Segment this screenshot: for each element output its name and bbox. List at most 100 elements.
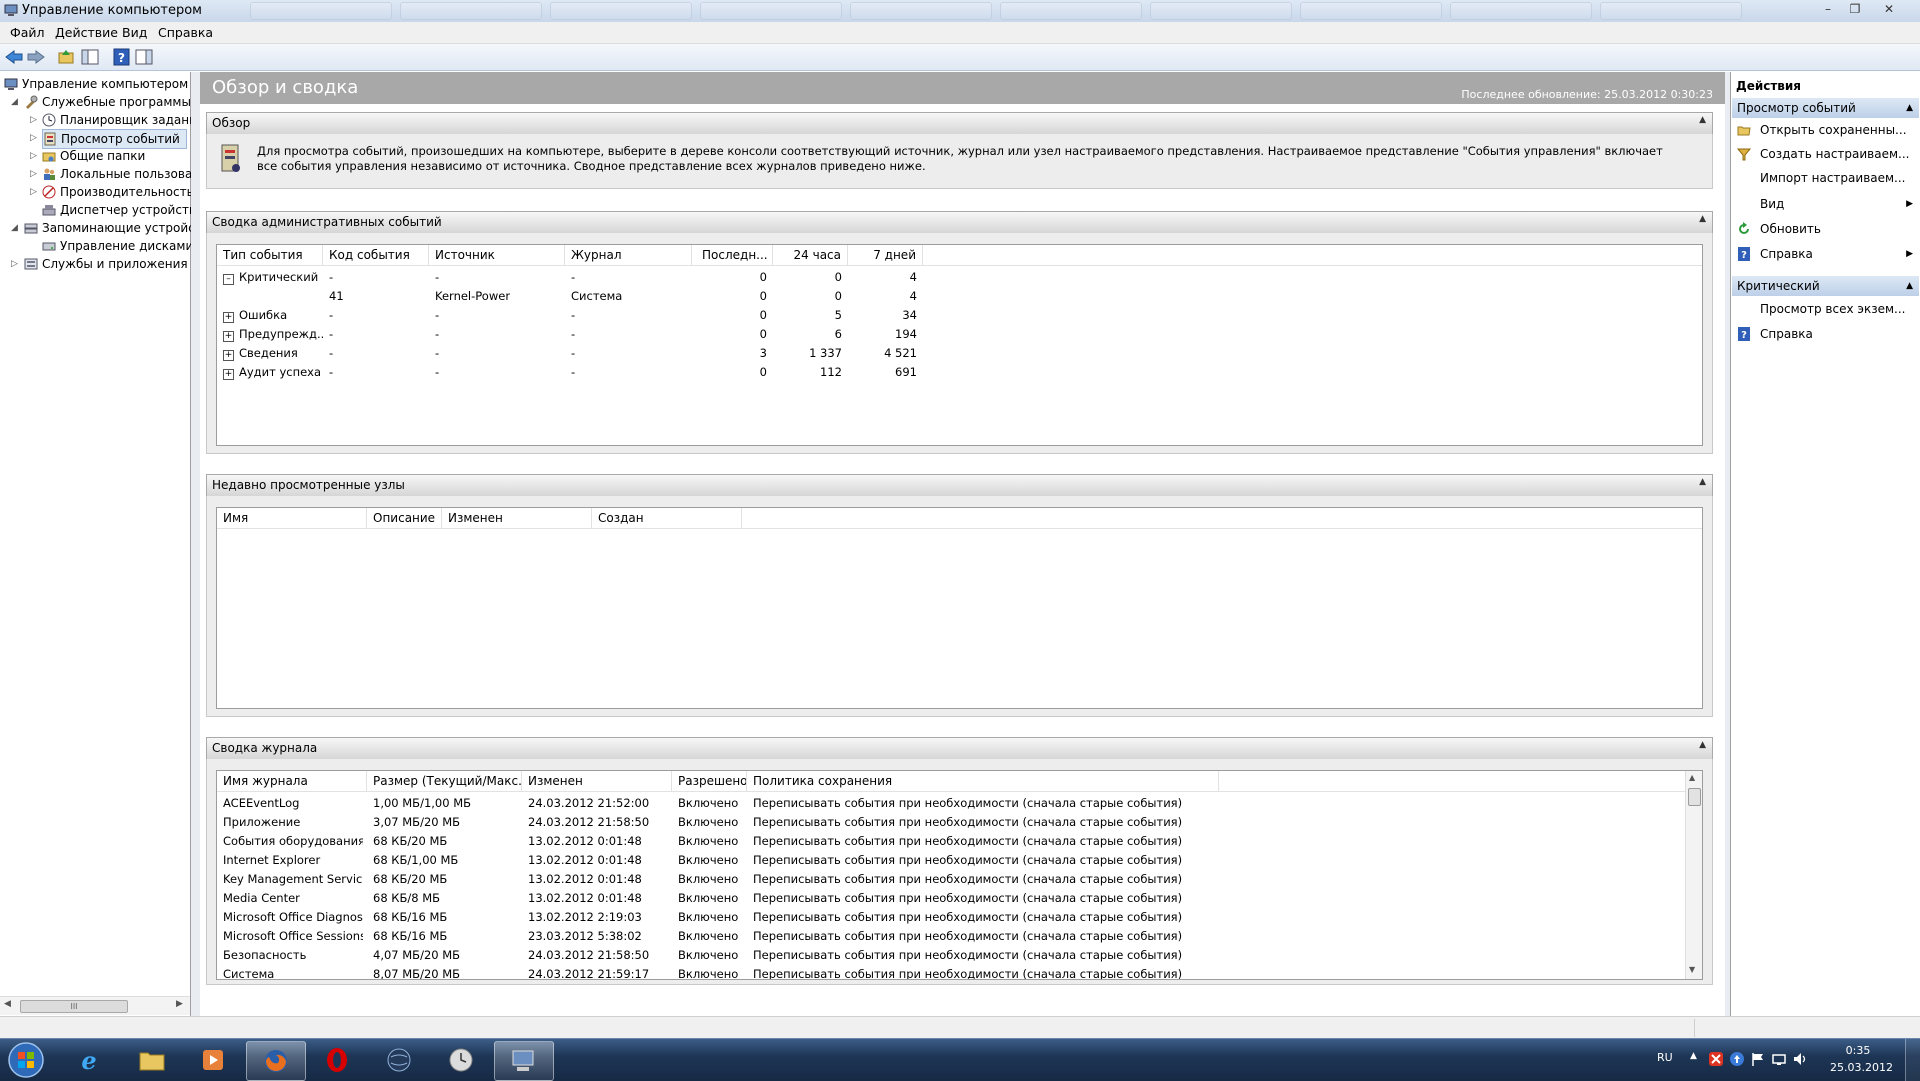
column-header[interactable]: Изменен (442, 508, 592, 528)
column-header[interactable]: Имя журнала (217, 771, 367, 791)
action-help[interactable]: ? Справка ▶ (1731, 244, 1920, 264)
tree-item-local-users[interactable]: Локальные пользовате (42, 165, 207, 183)
taskbar-computer-management[interactable] (494, 1041, 554, 1081)
tree-root[interactable]: Управление компьютером (л (4, 75, 204, 93)
show-hidden-icons-arrow[interactable]: ▲ (1690, 1051, 1697, 1061)
taskbar-clock-app[interactable] (432, 1041, 490, 1079)
tree-item-task-scheduler[interactable]: Планировщик заданий (42, 111, 205, 129)
collapse-icon[interactable]: ▲ (1699, 477, 1706, 487)
action-refresh[interactable]: Обновить (1731, 219, 1920, 239)
expand-arrow-icon[interactable]: ▷ (30, 147, 37, 165)
column-header[interactable]: Код события (323, 245, 429, 265)
scroll-left-arrow-icon[interactable]: ◀ (4, 999, 11, 1009)
tree-item-services-apps[interactable]: Службы и приложения (24, 255, 188, 273)
collapse-node-icon[interactable]: – (223, 274, 234, 285)
show-hide-console-tree-icon[interactable] (80, 48, 100, 66)
tray-time[interactable]: 0:35 (1830, 1044, 1886, 1057)
minimize-button[interactable]: – (1815, 0, 1841, 18)
column-header[interactable]: Тип события (217, 245, 323, 265)
action-view-all-instances[interactable]: Просмотр всех экзем... (1731, 299, 1920, 319)
table-row[interactable]: Key Management Service 68 КБ/20 МБ 13.02… (217, 870, 1417, 889)
taskbar-firefox[interactable] (246, 1041, 306, 1081)
table-row[interactable]: + Аудит успеха - - - 0 112 691 (217, 363, 937, 382)
action-help-critical[interactable]: ? Справка (1731, 324, 1920, 344)
column-header[interactable]: Имя (217, 508, 367, 528)
table-row[interactable]: Безопасность 4,07 МБ/20 МБ 24.03.2012 21… (217, 946, 1417, 965)
collapse-icon[interactable]: ▲ (1699, 740, 1706, 750)
expand-arrow-icon[interactable]: ▷ (30, 183, 37, 201)
column-header[interactable]: Размер (Текущий/Макс.) (367, 771, 522, 791)
table-row[interactable]: – Критический - - - 0 0 4 (217, 268, 937, 287)
network-tray-icon[interactable] (1771, 1051, 1787, 1067)
collapse-arrow-icon[interactable]: ◢ (11, 93, 18, 111)
table-row[interactable]: Microsoft Office Sessions 68 КБ/16 МБ 23… (217, 927, 1417, 946)
table-row[interactable]: Microsoft Office Diagnos... 68 КБ/16 МБ … (217, 908, 1417, 927)
tree-item-storage[interactable]: Запоминающие устройст (24, 219, 202, 237)
forward-arrow-icon[interactable] (26, 48, 46, 66)
start-button-icon[interactable] (6, 1041, 46, 1079)
admin-summary-section-header[interactable]: Сводка административных событий ▲ (206, 211, 1713, 234)
expand-arrow-icon[interactable]: ▷ (30, 111, 37, 129)
show-hide-action-pane-icon[interactable] (134, 48, 154, 66)
tree-item-event-viewer[interactable]: Просмотр событий (42, 129, 187, 149)
table-row[interactable]: 41 Kernel-Power Система 0 0 4 (217, 287, 937, 306)
table-row[interactable]: Internet Explorer 68 КБ/1,00 МБ 13.02.20… (217, 851, 1417, 870)
table-row[interactable]: Приложение 3,07 МБ/20 МБ 24.03.2012 21:5… (217, 813, 1417, 832)
log-summary-section-header[interactable]: Сводка журнала ▲ (206, 737, 1713, 760)
volume-tray-icon[interactable] (1792, 1051, 1808, 1067)
tree-item-performance[interactable]: Производительность (42, 183, 194, 201)
action-create-custom-view[interactable]: Создать настраиваем... (1731, 144, 1920, 164)
column-header[interactable]: Журнал (565, 245, 692, 265)
column-header[interactable]: Разрешено (672, 771, 747, 791)
taskbar-ie[interactable]: e (60, 1041, 118, 1079)
expand-node-icon[interactable]: + (223, 331, 234, 342)
up-folder-icon[interactable] (56, 48, 76, 66)
table-row[interactable]: + Сведения - - - 3 1 337 4 521 (217, 344, 937, 363)
tree-scroll-thumb[interactable]: III (20, 1000, 128, 1013)
back-arrow-icon[interactable] (4, 48, 24, 66)
overview-section-header[interactable]: Обзор ▲ (206, 112, 1713, 135)
taskbar-globe-app[interactable] (370, 1041, 428, 1079)
expand-node-icon[interactable]: + (223, 312, 234, 323)
taskbar-opera[interactable] (308, 1041, 366, 1079)
table-row[interactable]: + Ошибка - - - 0 5 34 (217, 306, 937, 325)
actions-group-event-viewer[interactable]: Просмотр событий ▲ (1732, 98, 1919, 118)
taskbar-explorer[interactable] (122, 1041, 180, 1079)
menu-file[interactable]: Файл (10, 25, 45, 40)
column-header[interactable]: Источник (429, 245, 565, 265)
tree-horizontal-scrollbar[interactable]: ◀ III ▶ (0, 996, 190, 1015)
collapse-icon[interactable]: ▲ (1699, 214, 1706, 224)
scroll-up-arrow-icon[interactable]: ▲ (1689, 773, 1695, 782)
collapse-arrow-icon[interactable]: ◢ (11, 219, 18, 237)
taskbar-media-player[interactable] (184, 1041, 242, 1079)
actions-group-critical[interactable]: Критический ▲ (1732, 276, 1919, 296)
table-row[interactable]: ACEEventLog 1,00 МБ/1,00 МБ 24.03.2012 2… (217, 794, 1417, 813)
table-row[interactable]: + Предупрежд... - - - 0 6 194 (217, 325, 937, 344)
action-open-saved[interactable]: Открыть сохраненны... (1731, 120, 1920, 140)
collapse-icon[interactable]: ▲ (1699, 115, 1706, 125)
menu-view[interactable]: Вид (122, 25, 147, 40)
column-header[interactable]: Изменен (522, 771, 672, 791)
window-title-bar[interactable]: Управление компьютером – ❐ ✕ (0, 0, 1920, 23)
log-table-scrollbar[interactable]: ▲ ▼ (1685, 771, 1702, 979)
expand-arrow-icon[interactable]: ▷ (11, 255, 18, 273)
action-view[interactable]: Вид ▶ (1731, 194, 1920, 214)
pane-splitter[interactable] (191, 72, 200, 1016)
column-header[interactable]: 24 часа (773, 245, 848, 265)
action-center-flag-icon[interactable] (1750, 1051, 1766, 1067)
scroll-right-arrow-icon[interactable]: ▶ (176, 999, 183, 1009)
collapse-icon[interactable]: ▲ (1906, 276, 1913, 296)
table-row[interactable]: Система 8,07 МБ/20 МБ 24.03.2012 21:59:1… (217, 965, 1417, 979)
log-scroll-thumb[interactable] (1688, 788, 1701, 806)
column-header[interactable]: Политика сохранения (747, 771, 1219, 791)
tree-item-shared-folders[interactable]: Общие папки (42, 147, 145, 165)
column-header[interactable]: 7 дней (848, 245, 923, 265)
recent-nodes-section-header[interactable]: Недавно просмотренные узлы ▲ (206, 474, 1713, 497)
expand-arrow-icon[interactable]: ▷ (30, 129, 37, 147)
column-header[interactable]: Последн... (692, 245, 773, 265)
column-header[interactable]: Создан (592, 508, 742, 528)
table-row[interactable]: Media Center 68 КБ/8 МБ 13.02.2012 0:01:… (217, 889, 1417, 908)
update-tray-icon[interactable] (1729, 1051, 1745, 1067)
close-button[interactable]: ✕ (1869, 0, 1909, 18)
scroll-down-arrow-icon[interactable]: ▼ (1689, 965, 1695, 974)
